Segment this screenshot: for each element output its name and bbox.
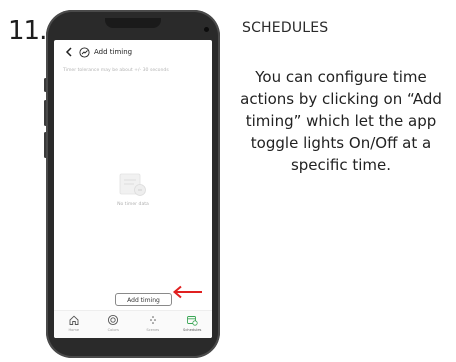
bottom-nav: Home Colors Scenes Schedules — [54, 310, 212, 338]
back-button[interactable] — [62, 45, 74, 59]
nav-label: Home — [68, 328, 80, 332]
phone-notch — [105, 18, 161, 28]
colors-icon — [108, 314, 119, 326]
app-header: Add timing — [54, 40, 212, 64]
nav-label: Colors — [107, 328, 119, 332]
description-text: You can configure time actions by clicki… — [240, 68, 442, 174]
add-timing-button[interactable]: Add timing — [115, 293, 172, 306]
arrow-left-icon — [172, 285, 202, 299]
home-icon — [69, 315, 79, 325]
nav-item-colors[interactable]: Colors — [98, 314, 128, 332]
scenes-icon — [149, 316, 156, 324]
timer-icon — [79, 47, 90, 58]
page-title: Add timing — [94, 48, 133, 56]
nav-label: Scenes — [146, 328, 160, 332]
schedules-icon — [187, 316, 198, 326]
camera-dot — [204, 27, 209, 32]
tolerance-note: Timer tolerance may be about +/- 30 seco… — [63, 68, 169, 73]
nav-label: Schedules — [183, 328, 202, 332]
empty-state-icon — [119, 173, 146, 196]
phone-mockup: Add timing Timer tolerance may be about … — [46, 10, 220, 358]
chevron-left-icon — [65, 47, 72, 57]
empty-state-text: No timer data — [117, 202, 149, 207]
step-number: 11. — [8, 16, 47, 46]
section-heading: SCHEDULES — [242, 20, 329, 36]
nav-item-home[interactable]: Home — [59, 314, 89, 332]
nav-item-scenes[interactable]: Scenes — [138, 314, 168, 332]
nav-item-schedules[interactable]: Schedules — [177, 314, 207, 332]
